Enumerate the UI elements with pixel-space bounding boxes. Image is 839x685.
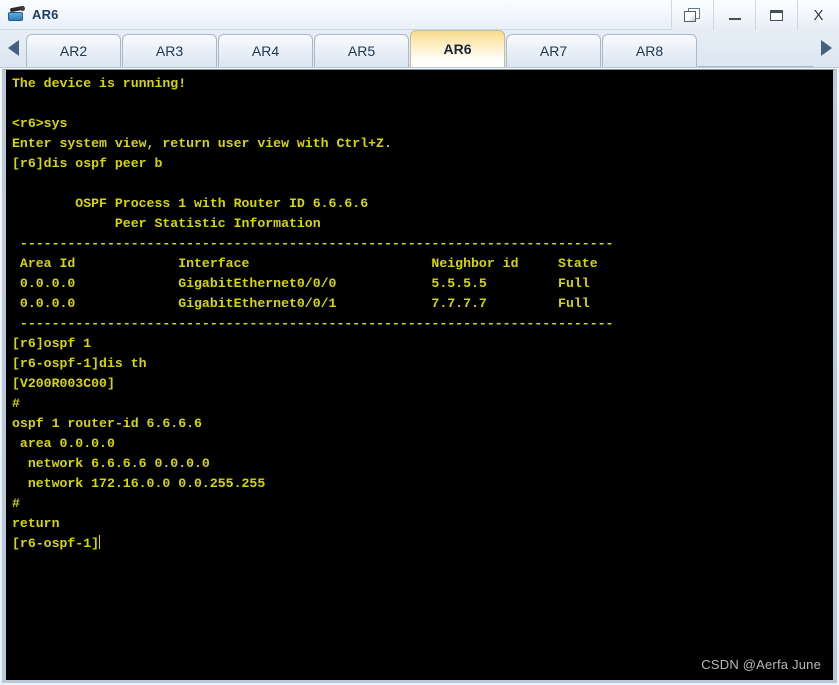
close-button[interactable]: X [797, 0, 839, 30]
tab-ar3[interactable]: AR3 [122, 34, 217, 67]
maximize-button[interactable] [755, 0, 797, 30]
minimize-button[interactable] [713, 0, 755, 30]
tab-ar7[interactable]: AR7 [506, 34, 601, 67]
triangle-right-icon [820, 40, 832, 56]
tab-ar4[interactable]: AR4 [218, 34, 313, 67]
tab-list: AR2 AR3 AR4 AR5 AR6 AR7 AR8 [26, 29, 813, 67]
terminal-output: The device is running! <r6>sys Enter sys… [12, 76, 614, 551]
tab-label: AR8 [635, 43, 664, 59]
tab-strip-filler [698, 33, 813, 67]
terminal-console[interactable]: The device is running! <r6>sys Enter sys… [6, 70, 833, 680]
title-bar-left: AR6 [0, 5, 59, 24]
restore-windows-icon [684, 7, 701, 23]
tab-bar: AR2 AR3 AR4 AR5 AR6 AR7 AR8 [0, 30, 839, 68]
tab-ar2[interactable]: AR2 [26, 34, 121, 67]
emulator-window: AR6 X AR2 AR3 AR4 AR5 AR6 AR7 AR8 The de… [0, 0, 839, 685]
tab-label: AR3 [155, 43, 184, 59]
tab-ar6[interactable]: AR6 [410, 30, 505, 67]
tab-label: AR7 [539, 43, 568, 59]
watermark-label: CSDN @Aerfa June [701, 657, 821, 672]
triangle-left-icon [7, 40, 19, 56]
tab-label: AR4 [251, 43, 280, 59]
tab-scroll-left-button[interactable] [0, 29, 26, 67]
router-icon [7, 5, 26, 24]
restore-button[interactable] [671, 0, 713, 30]
tab-ar5[interactable]: AR5 [314, 34, 409, 67]
tab-label: AR2 [59, 43, 88, 59]
close-icon: X [813, 6, 824, 24]
title-bar: AR6 X [0, 0, 839, 30]
maximize-icon [770, 9, 783, 21]
tab-label: AR5 [347, 43, 376, 59]
window-title: AR6 [32, 7, 59, 22]
terminal-cursor [99, 535, 101, 549]
minimize-icon [728, 18, 741, 20]
window-controls: X [671, 0, 839, 30]
terminal-prompt: [r6-ospf-1] [12, 536, 100, 551]
tab-scroll-right-button[interactable] [813, 29, 839, 67]
tab-label: AR6 [443, 41, 472, 57]
terminal-frame: The device is running! <r6>sys Enter sys… [2, 69, 837, 683]
tab-ar8[interactable]: AR8 [602, 34, 697, 67]
